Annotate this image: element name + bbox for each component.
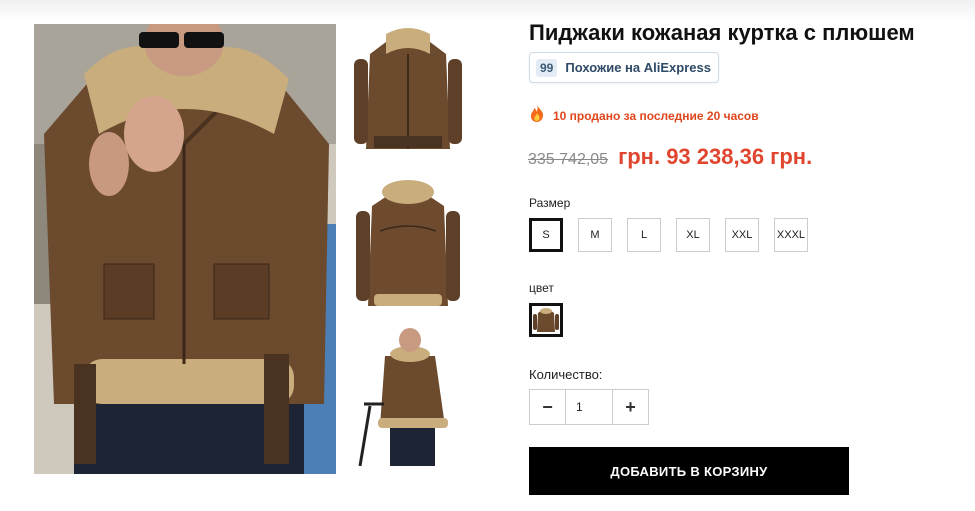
price-block: 335 742,05 грн. 93 238,36 грн.: [528, 144, 812, 170]
quantity-input[interactable]: 1: [565, 390, 613, 424]
quantity-stepper: − 1 +: [529, 389, 649, 425]
quantity-increase-button[interactable]: +: [613, 390, 648, 424]
main-product-image[interactable]: [34, 24, 336, 474]
current-price: грн. 93 238,36 грн.: [618, 144, 813, 169]
size-option-s[interactable]: S: [529, 218, 563, 252]
size-option-xxxl[interactable]: XXXL: [774, 218, 808, 252]
add-to-cart-button[interactable]: ДОБАВИТЬ В КОРЗИНУ: [529, 447, 849, 495]
sold-indicator: 10 продано за последние 20 часов: [529, 104, 759, 127]
old-price: 335 742,05: [528, 151, 609, 168]
product-title: Пиджаки кожаная куртка с плюшем: [529, 20, 915, 45]
thumbnail-back[interactable]: [350, 176, 466, 316]
size-option-xxl[interactable]: XXL: [725, 218, 759, 252]
quantity-decrease-button[interactable]: −: [530, 390, 565, 424]
size-option-m[interactable]: M: [578, 218, 612, 252]
aliexpress-label: Похожие на AliExpress: [565, 60, 711, 75]
color-label: цвет: [529, 281, 554, 295]
aliexpress-similar-link[interactable]: 99 Похожие на AliExpress: [529, 52, 719, 83]
size-option-l[interactable]: L: [627, 218, 661, 252]
quantity-label: Количество:: [529, 367, 603, 382]
aliexpress-count: 99: [536, 58, 558, 77]
size-label: Размер: [529, 196, 571, 210]
top-shadow: [0, 0, 975, 22]
color-swatch-brown[interactable]: [529, 303, 563, 337]
size-selector: S M L XL XXL XXXL: [529, 218, 808, 252]
sold-text: 10 продано за последние 20 часов: [553, 108, 759, 123]
thumbnail-front[interactable]: [350, 24, 466, 164]
fire-icon: [529, 104, 545, 127]
thumbnail-model[interactable]: [350, 326, 466, 466]
size-option-xl[interactable]: XL: [676, 218, 710, 252]
